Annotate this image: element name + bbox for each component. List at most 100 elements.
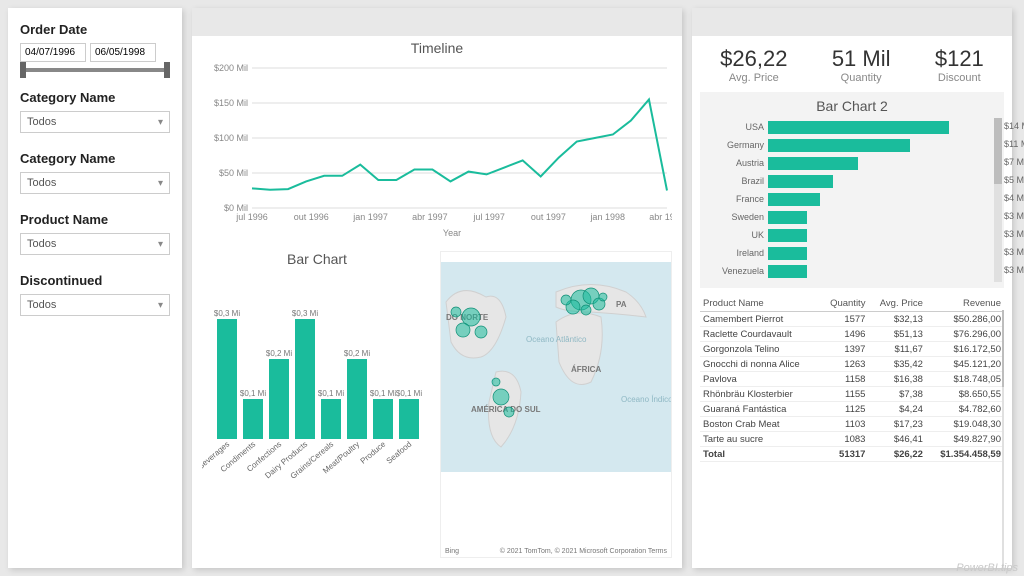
svg-text:$50 Mil: $50 Mil <box>219 168 248 178</box>
discontinued-value: Todos <box>27 299 56 311</box>
bc2-row[interactable]: Brazil $5 Mil <box>704 172 1000 190</box>
map-attribution: Bing © 2021 TomTom, © 2021 Microsoft Cor… <box>445 548 667 555</box>
product-value: Todos <box>27 238 56 250</box>
map-chart[interactable]: DO NORTE AMÉRICA DO SUL ÁFRICA PA Oceano… <box>440 251 672 558</box>
table-header[interactable]: Revenue <box>926 296 1004 312</box>
svg-text:out 1997: out 1997 <box>531 212 566 222</box>
right-panel: $26,22 Avg. Price 51 Mil Quantity $121 D… <box>692 8 1012 568</box>
table-row[interactable]: Gorgonzola Telino1397$11,67$16.172,50 <box>700 342 1004 357</box>
kpi-quantity: 51 Mil Quantity <box>832 46 891 84</box>
svg-text:$0,2 Mi: $0,2 Mi <box>266 349 292 358</box>
bar-chart-2-title: Bar Chart 2 <box>704 98 1000 114</box>
barchart-title: Bar Chart <box>202 251 432 267</box>
bc2-row[interactable]: Austria $7 Mil <box>704 154 1000 172</box>
table-row[interactable]: Rhönbräu Klosterbier1155$7,38$8.650,55 <box>700 387 1004 402</box>
table-header[interactable]: Avg. Price <box>868 296 925 312</box>
bar-chart-2-scrollbar[interactable] <box>994 118 1002 282</box>
bc2-row[interactable]: Germany $11 Mil <box>704 136 1000 154</box>
bc2-country: UK <box>704 230 764 240</box>
bing-logo: Bing <box>445 548 459 555</box>
svg-text:ÁFRICA: ÁFRICA <box>571 365 601 374</box>
bc2-row[interactable]: USA $14 Mil <box>704 118 1000 136</box>
bc2-row[interactable]: Venezuela $3 Mil <box>704 262 1000 280</box>
svg-text:$0,3 Mi: $0,3 Mi <box>214 309 240 318</box>
filter-category-2: Category Name Todos ▾ <box>20 151 170 194</box>
svg-text:PA: PA <box>616 300 627 309</box>
bc2-row[interactable]: UK $3 Mil <box>704 226 1000 244</box>
bc2-country: Brazil <box>704 176 764 186</box>
svg-text:Oceano Atlântico: Oceano Atlântico <box>526 335 587 344</box>
category1-dropdown[interactable]: Todos ▾ <box>20 111 170 133</box>
date-to-field[interactable] <box>90 43 156 62</box>
bc2-country: Ireland <box>704 248 764 258</box>
svg-text:abr 1997: abr 1997 <box>412 212 448 222</box>
bc2-country: Austria <box>704 158 764 168</box>
date-from-field[interactable] <box>20 43 86 62</box>
chevron-down-icon: ▾ <box>158 239 163 250</box>
svg-text:$100 Mil: $100 Mil <box>214 133 248 143</box>
timeline-xlabel: Year <box>443 228 461 238</box>
svg-text:Seafood: Seafood <box>385 440 414 466</box>
category2-label: Category Name <box>20 151 170 166</box>
table-row[interactable]: Guaraná Fantástica1125$4,24$4.782,60 <box>700 402 1004 417</box>
svg-text:$0,1 Mi: $0,1 Mi <box>318 389 344 398</box>
product-dropdown[interactable]: Todos ▾ <box>20 233 170 255</box>
bc2-country: Sweden <box>704 212 764 222</box>
category2-value: Todos <box>27 177 56 189</box>
filter-product: Product Name Todos ▾ <box>20 212 170 255</box>
bc2-country: Germany <box>704 140 764 150</box>
svg-text:jan 1997: jan 1997 <box>352 212 388 222</box>
bc2-row[interactable]: Sweden $3 Mil <box>704 208 1000 226</box>
table-row[interactable]: Boston Crab Meat1103$17,23$19.048,30 <box>700 417 1004 432</box>
category2-dropdown[interactable]: Todos ▾ <box>20 172 170 194</box>
date-slider[interactable] <box>24 68 166 72</box>
chevron-down-icon: ▾ <box>158 117 163 128</box>
table-header[interactable]: Quantity <box>820 296 868 312</box>
bar-chart-2[interactable]: Bar Chart 2 USA $14 Mil Germany $11 Mil … <box>700 92 1004 288</box>
svg-text:jul 1997: jul 1997 <box>472 212 505 222</box>
chevron-down-icon: ▾ <box>158 178 163 189</box>
kpi-avg-price: $26,22 Avg. Price <box>720 46 787 84</box>
svg-text:jul 1996: jul 1996 <box>235 212 268 222</box>
table-header[interactable]: Product Name <box>700 296 820 312</box>
bc2-row[interactable]: France $4 Mil <box>704 190 1000 208</box>
table-row[interactable]: Pavlova1158$16,38$18.748,05 <box>700 372 1004 387</box>
category1-label: Category Name <box>20 90 170 105</box>
svg-text:$150 Mil: $150 Mil <box>214 98 248 108</box>
discontinued-label: Discontinued <box>20 273 170 288</box>
svg-text:$0,1 Mi: $0,1 Mi <box>396 389 422 398</box>
table-row[interactable]: Gnocchi di nonna Alice1263$35,42$45.121,… <box>700 357 1004 372</box>
middle-panel: Timeline $0 Mil$50 Mil$100 Mil$150 Mil$2… <box>192 8 682 568</box>
timeline-chart[interactable]: Timeline $0 Mil$50 Mil$100 Mil$150 Mil$2… <box>192 36 682 245</box>
map-svg: DO NORTE AMÉRICA DO SUL ÁFRICA PA Oceano… <box>441 252 671 482</box>
bar-chart[interactable]: Bar Chart $0,3 MiBeverages$0,1 MiCondime… <box>202 251 432 558</box>
svg-text:$0,2 Mi: $0,2 Mi <box>344 349 370 358</box>
svg-text:$0,1 Mi: $0,1 Mi <box>240 389 266 398</box>
svg-text:$0,3 Mi: $0,3 Mi <box>292 309 318 318</box>
kpi-row: $26,22 Avg. Price 51 Mil Quantity $121 D… <box>692 36 1012 92</box>
svg-text:abr 1998: abr 1998 <box>649 212 672 222</box>
map-copyright[interactable]: © 2021 TomTom, © 2021 Microsoft Corporat… <box>500 548 667 555</box>
svg-text:Produce: Produce <box>359 439 388 465</box>
filter-category-1: Category Name Todos ▾ <box>20 90 170 133</box>
bc2-row[interactable]: Ireland $3 Mil <box>704 244 1000 262</box>
discontinued-dropdown[interactable]: Todos ▾ <box>20 294 170 316</box>
table-scrollbar[interactable] <box>1002 310 1004 568</box>
barchart-svg: $0,3 MiBeverages$0,1 MiCondiments$0,2 Mi… <box>202 269 432 499</box>
right-header <box>692 8 1012 36</box>
timeline-title: Timeline <box>202 40 672 56</box>
svg-text:$200 Mil: $200 Mil <box>214 63 248 73</box>
table-row[interactable]: Raclette Courdavault1496$51,13$76.296,00 <box>700 327 1004 342</box>
svg-text:Oceano Índico: Oceano Índico <box>621 395 671 404</box>
filter-discontinued: Discontinued Todos ▾ <box>20 273 170 316</box>
filter-panel: Order Date Category Name Todos ▾ Categor… <box>8 8 182 568</box>
svg-text:$0,1 Mi: $0,1 Mi <box>370 389 396 398</box>
kpi-discount: $121 Discount <box>935 46 984 84</box>
table-row[interactable]: Camembert Pierrot1577$32,13$50.286,00 <box>700 312 1004 327</box>
svg-text:jan 1998: jan 1998 <box>589 212 625 222</box>
table-row[interactable]: Tarte au sucre1083$46,41$49.827,90 <box>700 432 1004 447</box>
product-label: Product Name <box>20 212 170 227</box>
product-table[interactable]: Product NameQuantityAvg. PriceRevenue Ca… <box>700 296 1004 568</box>
bc2-country: Venezuela <box>704 266 764 276</box>
timeline-svg: $0 Mil$50 Mil$100 Mil$150 Mil$200 Mil ju… <box>202 58 672 238</box>
